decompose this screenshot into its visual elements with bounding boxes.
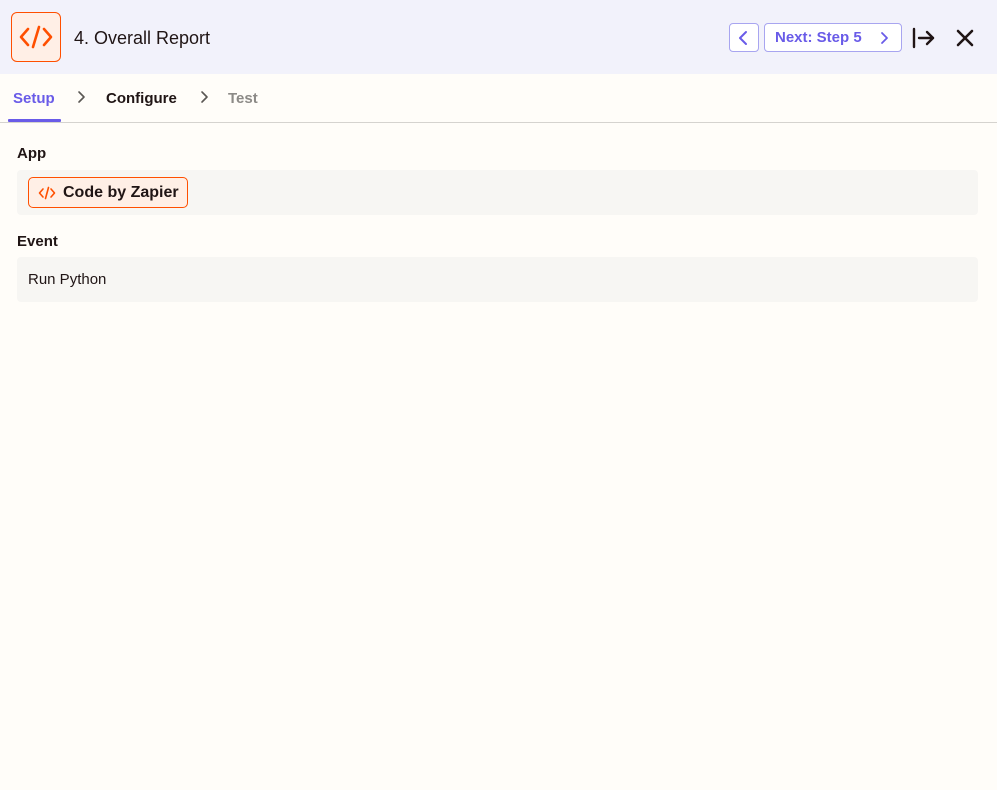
active-tab-indicator xyxy=(8,119,61,122)
app-chip-label: Code by Zapier xyxy=(63,183,179,201)
event-field[interactable]: Run Python xyxy=(17,257,978,302)
chevron-left-icon xyxy=(739,30,747,45)
step-tabs: Setup Configure Test xyxy=(0,74,997,123)
event-field-label: Event xyxy=(17,233,58,250)
chevron-right-icon xyxy=(881,32,888,44)
app-field-label: App xyxy=(17,145,47,162)
chevron-right-icon xyxy=(78,91,85,103)
step-header: 4. Overall Report Next: Step 5 xyxy=(0,0,997,74)
close-icon[interactable] xyxy=(953,26,977,50)
app-icon-badge xyxy=(11,12,61,62)
tab-setup[interactable]: Setup xyxy=(13,90,55,108)
next-step-button[interactable]: Next: Step 5 xyxy=(764,23,902,52)
step-title: 4. Overall Report xyxy=(74,28,211,48)
next-step-label: Next: Step 5 xyxy=(775,28,862,46)
app-chip[interactable]: Code by Zapier xyxy=(28,177,188,208)
code-icon xyxy=(38,186,56,199)
previous-step-button[interactable] xyxy=(729,23,759,52)
tab-configure[interactable]: Configure xyxy=(106,90,177,108)
app-field[interactable]: Code by Zapier xyxy=(17,170,978,215)
arrow-right-to-bar-icon[interactable] xyxy=(910,25,936,51)
step-editor-panel: 4. Overall Report Next: Step 5 Setup Con… xyxy=(0,0,997,790)
event-field-value: Run Python xyxy=(28,271,107,288)
chevron-right-icon xyxy=(201,91,208,103)
code-icon xyxy=(19,25,53,49)
tab-test[interactable]: Test xyxy=(228,90,258,108)
